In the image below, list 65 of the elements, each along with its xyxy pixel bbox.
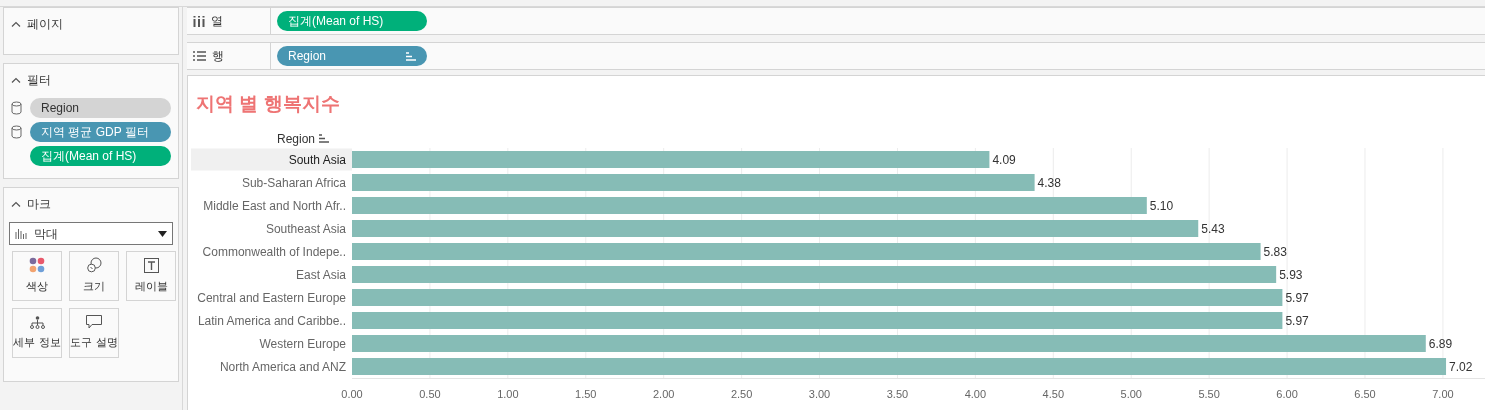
mark-property-button[interactable]: 레이블 — [126, 251, 176, 301]
axis-tick-label: 5.50 — [1198, 388, 1220, 400]
color-dots-icon — [29, 257, 45, 274]
value-label: 5.97 — [1285, 290, 1309, 305]
axis-tick-label: 2.00 — [653, 388, 675, 400]
hierarchy-icon — [29, 315, 45, 329]
card-title: 페이지 — [27, 16, 63, 33]
shelf-label: 열 — [211, 13, 223, 30]
axis-tick-label: 3.00 — [808, 388, 831, 400]
axis-tick-label: 1.00 — [497, 388, 519, 400]
row-label: Latin America and Caribbe.. — [197, 313, 346, 328]
axis-tick-label: 1.50 — [575, 388, 597, 400]
value-label: 4.09 — [992, 152, 1016, 167]
axis-tick-label: 6.50 — [1354, 388, 1376, 400]
value-label: 7.02 — [1449, 359, 1473, 374]
card-title: 필터 — [27, 72, 51, 89]
collapse-icon[interactable] — [11, 21, 21, 27]
row-header: Region — [276, 132, 315, 146]
value-label: 5.93 — [1279, 267, 1303, 282]
row-label: Sub-Saharan Africa — [241, 175, 346, 190]
value-label: 5.83 — [1263, 244, 1287, 259]
value-label: 5.43 — [1201, 221, 1225, 236]
row-label: South Asia — [288, 152, 346, 167]
sort-icon — [406, 51, 416, 61]
collapse-icon[interactable] — [11, 201, 21, 207]
database-icon — [11, 101, 22, 115]
row-label: East Asia — [295, 267, 346, 282]
row-label: Western Europe — [259, 336, 346, 351]
row-label: Commonwealth of Indepe.. — [202, 244, 346, 259]
axis-tick-label: 3.50 — [886, 388, 909, 400]
axis-tick-label: 7.00 — [1432, 388, 1454, 400]
value-label: 4.38 — [1037, 175, 1061, 190]
axis-tick-label: 4.00 — [964, 388, 987, 400]
bar-chart-icon — [15, 228, 28, 239]
database-icon — [11, 125, 22, 139]
row-label: Middle East and North Afr.. — [203, 198, 346, 213]
mark-property-button[interactable]: 세부 정보 — [12, 308, 62, 358]
value-label: 5.97 — [1285, 313, 1309, 328]
axis-tick-label: 0.00 — [341, 388, 363, 400]
card-title: 마크 — [27, 196, 51, 213]
row-label: Central and Eastern Europe — [197, 290, 346, 305]
axis-tick-label: 0.50 — [419, 388, 441, 400]
shelf-label: 행 — [212, 48, 224, 65]
sort-icon — [318, 134, 330, 143]
axis-tick-label: 2.50 — [730, 388, 753, 400]
mark-property-button[interactable]: 크기 — [69, 251, 119, 301]
columns-icon — [193, 15, 205, 27]
axis-tick-label: 6.00 — [1276, 388, 1298, 400]
axis-tick-label: 4.50 — [1042, 388, 1064, 400]
value-label: 5.10 — [1149, 198, 1174, 213]
list-icon — [193, 51, 206, 61]
mark-property-button[interactable]: 도구 설명 — [69, 308, 119, 358]
speech-bubble-icon — [86, 315, 102, 330]
chart-title: 지역 별 행복지수 — [196, 93, 340, 114]
size-circles-icon — [86, 257, 102, 274]
mark-type-dropdown[interactable]: 막대 — [9, 222, 173, 245]
row-label: Southeast Asia — [265, 221, 346, 236]
value-label: 6.89 — [1428, 336, 1453, 351]
mark-property-button[interactable]: 색상 — [12, 251, 62, 301]
axis-tick-label: 5.00 — [1120, 388, 1142, 400]
collapse-icon[interactable] — [11, 77, 21, 83]
filter-pill[interactable]: Region — [30, 98, 171, 118]
text-box-icon — [143, 257, 159, 273]
row-label: North America and ANZ — [219, 359, 346, 374]
dropdown-arrow-icon — [158, 230, 167, 237]
